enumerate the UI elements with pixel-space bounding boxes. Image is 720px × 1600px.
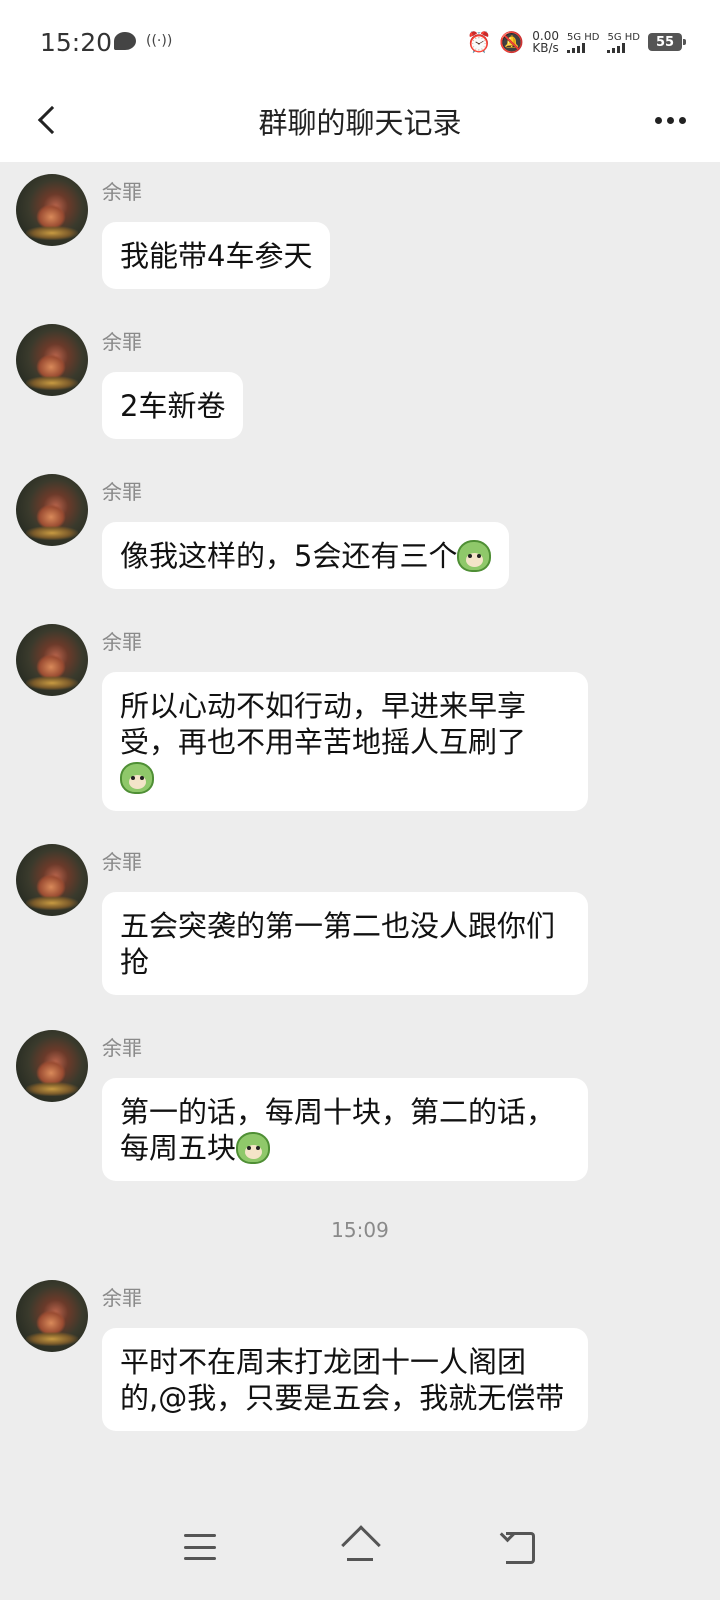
message-bubble[interactable]: 平时不在周末打龙团十一人阁团的,@我，只要是五会，我就无偿带 [102,1328,588,1431]
avatar[interactable] [16,324,88,396]
alarm-icon: ⏰ [466,30,492,54]
avatar[interactable] [16,474,88,546]
status-bar: 15:20 ((·)) ⏰ 🔕 0.00 KB/s 5G HD 5G HD 55 [0,0,720,82]
message-bubble[interactable]: 第一的话，每周十块，第二的话，每周五块 [102,1078,588,1181]
avatar[interactable] [16,844,88,916]
signal-icon: 5G HD [566,31,600,53]
home-icon[interactable] [340,1528,380,1564]
sender-name: 余罪 [102,1286,142,1310]
sender-name: 余罪 [102,850,142,874]
more-button[interactable] [648,102,692,138]
sim2-label: 5G HD [607,31,640,43]
message-bubble-icon [114,32,136,50]
menu-icon[interactable] [184,1534,216,1560]
avatar[interactable] [16,1280,88,1352]
page-title: 群聊的聊天记录 [258,106,462,140]
back-icon[interactable] [502,1532,536,1564]
status-time: 15:20 [40,28,113,57]
chat-header: 群聊的聊天记录 [0,82,720,162]
mute-icon: 🔕 [499,30,525,54]
avatar[interactable] [16,174,88,246]
message-bubble[interactable]: 所以心动不如行动，早进来早享受，再也不用辛苦地摇人互刷了 [102,672,588,811]
message-bubble[interactable]: 像我这样的，5会还有三个 [102,522,510,589]
network-speed: 0.00 KB/s [532,30,559,54]
avatar[interactable] [16,1030,88,1102]
sim1-label: 5G HD [566,31,600,43]
avatar[interactable] [16,624,88,696]
system-nav-bar [0,1508,720,1600]
sender-name: 余罪 [102,180,142,204]
nfc-icon: ((·)) [146,33,173,49]
battery-icon: 55 [648,33,686,51]
message-text: 所以心动不如行动，早进来早享受，再也不用辛苦地摇人互刷了 [120,689,527,759]
cabbage-dog-emoji-icon [120,762,154,794]
cabbage-dog-emoji-icon [236,1132,271,1164]
message-text: 我能带4车参天 [120,239,313,273]
sender-name: 余罪 [102,630,142,654]
sender-name: 余罪 [102,480,142,504]
sender-name: 余罪 [102,1036,142,1060]
message-text: 五会突袭的第一第二也没人跟你们抢 [120,909,556,979]
battery-level: 55 [655,34,675,50]
message-text: 平时不在周末打龙团十一人阁团的,@我，只要是五会，我就无偿带 [120,1345,565,1415]
signal-icon-2: 5G HD [607,32,640,53]
cabbage-dog-emoji-icon [457,540,492,572]
network-speed-unit: KB/s [532,41,559,55]
message-text: 第一的话，每周十块，第二的话，每周五块 [120,1095,556,1165]
message-bubble[interactable]: 我能带4车参天 [102,222,331,289]
message-text: 像我这样的，5会还有三个 [120,539,458,573]
sender-name: 余罪 [102,330,142,354]
message-bubble[interactable]: 五会突袭的第一第二也没人跟你们抢 [102,892,588,995]
message-text: 2车新卷 [120,389,226,423]
ellipsis-icon [654,116,662,124]
time-divider: 15:09 [331,1218,389,1242]
message-bubble[interactable]: 2车新卷 [102,372,244,439]
